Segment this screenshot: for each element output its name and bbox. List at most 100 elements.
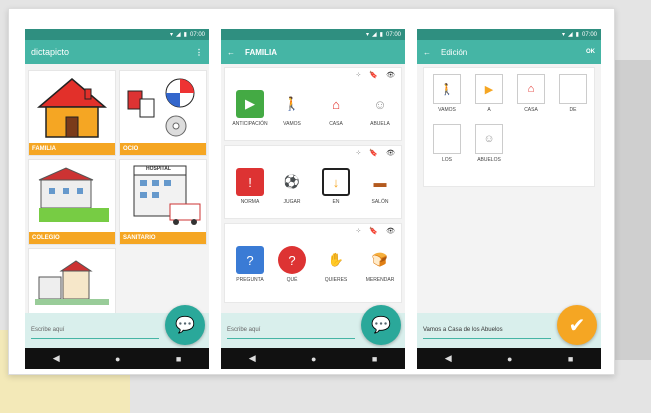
picto[interactable]: ✋ QUIERES [317, 246, 355, 283]
tile-label: LOS [441, 157, 452, 163]
home-nav-icon[interactable]: ● [311, 354, 316, 364]
blank-tile [433, 124, 461, 154]
edit-tile[interactable]: LOS [432, 124, 462, 163]
picto-label: QUÉ [286, 277, 298, 283]
hospital-sign: HOSPITAL [146, 166, 171, 172]
category-colegio[interactable]: COLEGIO [28, 159, 116, 245]
picto[interactable]: ⚽ JUGAR [273, 168, 311, 205]
tile-label: CASA [524, 107, 538, 113]
screen-title: FAMILIA [245, 47, 277, 57]
tile-label: A [487, 107, 491, 113]
sofa-icon: ▬ [373, 174, 387, 190]
status-bar: ▾ ◢ ▮ 07:00 [221, 29, 405, 40]
bookmark-icon[interactable]: 🔖 [369, 227, 378, 235]
battery-icon: ▮ [183, 32, 187, 38]
eye-icon[interactable]: 👁 [386, 71, 395, 79]
back-arrow-icon[interactable]: ← [227, 48, 235, 57]
status-bar: ▾ ◢ ▮ 07:00 [417, 29, 601, 40]
recent-nav-icon[interactable]: ■ [568, 354, 573, 364]
picto[interactable]: ↓ EN [317, 168, 355, 205]
recent-nav-icon[interactable]: ■ [372, 354, 377, 364]
speak-button[interactable]: 💬 [361, 305, 401, 345]
picto[interactable]: ▶ ANTICIPACIÓN [231, 90, 269, 127]
phone-edicion: ▾ ◢ ▮ 07:00 ← Edición OK 🚶 VAMOS ▶ A ⌂ CASA… [417, 29, 601, 369]
sentence-card[interactable]: ⁘ 🔖 👁 ! NORMA ⚽ JUGAR ↓ EN ▬ SALÓN [224, 145, 402, 219]
tile-label: DE [569, 107, 577, 113]
house-icon [36, 78, 108, 138]
grandmother-icon: ☺ [373, 96, 387, 112]
picto[interactable]: 🍞 MERENDAR [361, 246, 399, 283]
speech-bubble-icon: 💬 [371, 317, 391, 334]
status-time: 07:00 [189, 31, 205, 38]
wifi-icon: ▾ [366, 32, 370, 38]
battery-icon: ▮ [575, 32, 579, 38]
screenshots-frame: ▾ ◢ ▮ 07:00 dictapicto ⋮ FAMILIA OCIO CO… [8, 8, 615, 375]
confirm-button[interactable]: ✔ [557, 305, 597, 345]
school-icon [38, 167, 109, 222]
category-familia[interactable]: FAMILIA [28, 70, 116, 156]
message-input[interactable]: Escribe aquí [227, 327, 355, 339]
sentence-card[interactable]: ⁘ 🔖 👁 ? PREGUNTA ? QUÉ ✋ QUIERES 🍞 MERENDAR [224, 223, 402, 303]
edit-tile[interactable]: 🚶 VAMOS [432, 74, 462, 113]
category-label: OCIO [120, 143, 206, 155]
back-arrow-icon[interactable]: ← [423, 48, 431, 57]
walk-icon: 🚶 [283, 96, 301, 111]
ok-button[interactable]: OK [586, 49, 595, 55]
share-icon[interactable]: ⁘ [356, 149, 362, 157]
signal-icon: ◢ [372, 32, 377, 38]
back-nav-icon[interactable]: ◀ [53, 353, 60, 364]
recent-nav-icon[interactable]: ■ [176, 354, 181, 364]
picto-label: SALÓN [371, 199, 389, 205]
category-town[interactable] [28, 248, 116, 318]
sentence-card[interactable]: ⁘ 🔖 👁 ▶ ANTICIPACIÓN 🚶 VAMOS ⌂ CASA ☺ ABUELA [224, 67, 402, 141]
picto-label: MERENDAR [365, 277, 395, 283]
home-nav-icon[interactable]: ● [507, 354, 512, 364]
message-input[interactable]: Escribe aquí [31, 327, 159, 339]
speak-button[interactable]: 💬 [165, 305, 205, 345]
picto[interactable]: ☺ ABUELA [361, 90, 399, 128]
question-icon: ? [236, 246, 264, 274]
picto[interactable]: ! NORMA [231, 168, 269, 205]
bookmark-icon[interactable]: 🔖 [369, 149, 378, 157]
category-sanitario[interactable]: HOSPITAL SANITARIO [119, 159, 207, 245]
check-icon: ✔ [568, 314, 586, 337]
back-nav-icon[interactable]: ◀ [445, 353, 452, 364]
picto[interactable]: ? PREGUNTA [231, 246, 269, 283]
eye-icon[interactable]: 👁 [386, 227, 395, 235]
anticipation-icon: ▶ [236, 90, 264, 118]
picto[interactable]: ? QUÉ [273, 246, 311, 283]
app-title: dictapicto [31, 47, 70, 57]
share-icon[interactable]: ⁘ [356, 71, 362, 79]
picto[interactable]: ⌂ CASA [317, 90, 355, 128]
edit-tile[interactable]: ⌂ CASA [516, 74, 546, 113]
edit-tile[interactable]: ▶ A [474, 74, 504, 113]
back-nav-icon[interactable]: ◀ [249, 353, 256, 364]
system-nav-bar: ◀ ● ■ [25, 348, 209, 369]
picto[interactable]: 🚶 VAMOS [273, 90, 311, 127]
bookmark-icon[interactable]: 🔖 [369, 71, 378, 79]
exclamation-icon: ! [236, 168, 264, 196]
want-icon: ✋ [327, 252, 345, 267]
grandparents-icon: ☺ [475, 124, 503, 154]
edit-tile[interactable]: DE [558, 74, 588, 113]
town-icon [35, 260, 109, 305]
edit-tile[interactable]: ☺ ABUELOS [474, 124, 504, 163]
picto-label: JUGAR [283, 199, 301, 205]
sentence-input[interactable]: Vamos a Casa de los Abuelos [423, 327, 551, 339]
category-ocio[interactable]: OCIO [119, 70, 207, 156]
eye-icon[interactable]: 👁 [386, 149, 395, 157]
picto-label: PREGUNTA [236, 277, 264, 283]
share-icon[interactable]: ⁘ [356, 227, 362, 235]
picto[interactable]: ▬ SALÓN [361, 168, 399, 206]
house-icon: ⌂ [517, 74, 545, 104]
phone-home: ▾ ◢ ▮ 07:00 dictapicto ⋮ FAMILIA OCIO CO… [25, 29, 209, 369]
overflow-menu-icon[interactable]: ⋮ [195, 48, 203, 57]
play-icon: ⚽ [283, 174, 301, 189]
wifi-icon: ▾ [170, 32, 174, 38]
picto-label: NORMA [240, 199, 260, 205]
tile-label: VAMOS [438, 107, 456, 113]
home-nav-icon[interactable]: ● [115, 354, 120, 364]
battery-icon: ▮ [379, 32, 383, 38]
picto-label: EN [332, 199, 340, 205]
snack-icon: 🍞 [371, 252, 389, 267]
